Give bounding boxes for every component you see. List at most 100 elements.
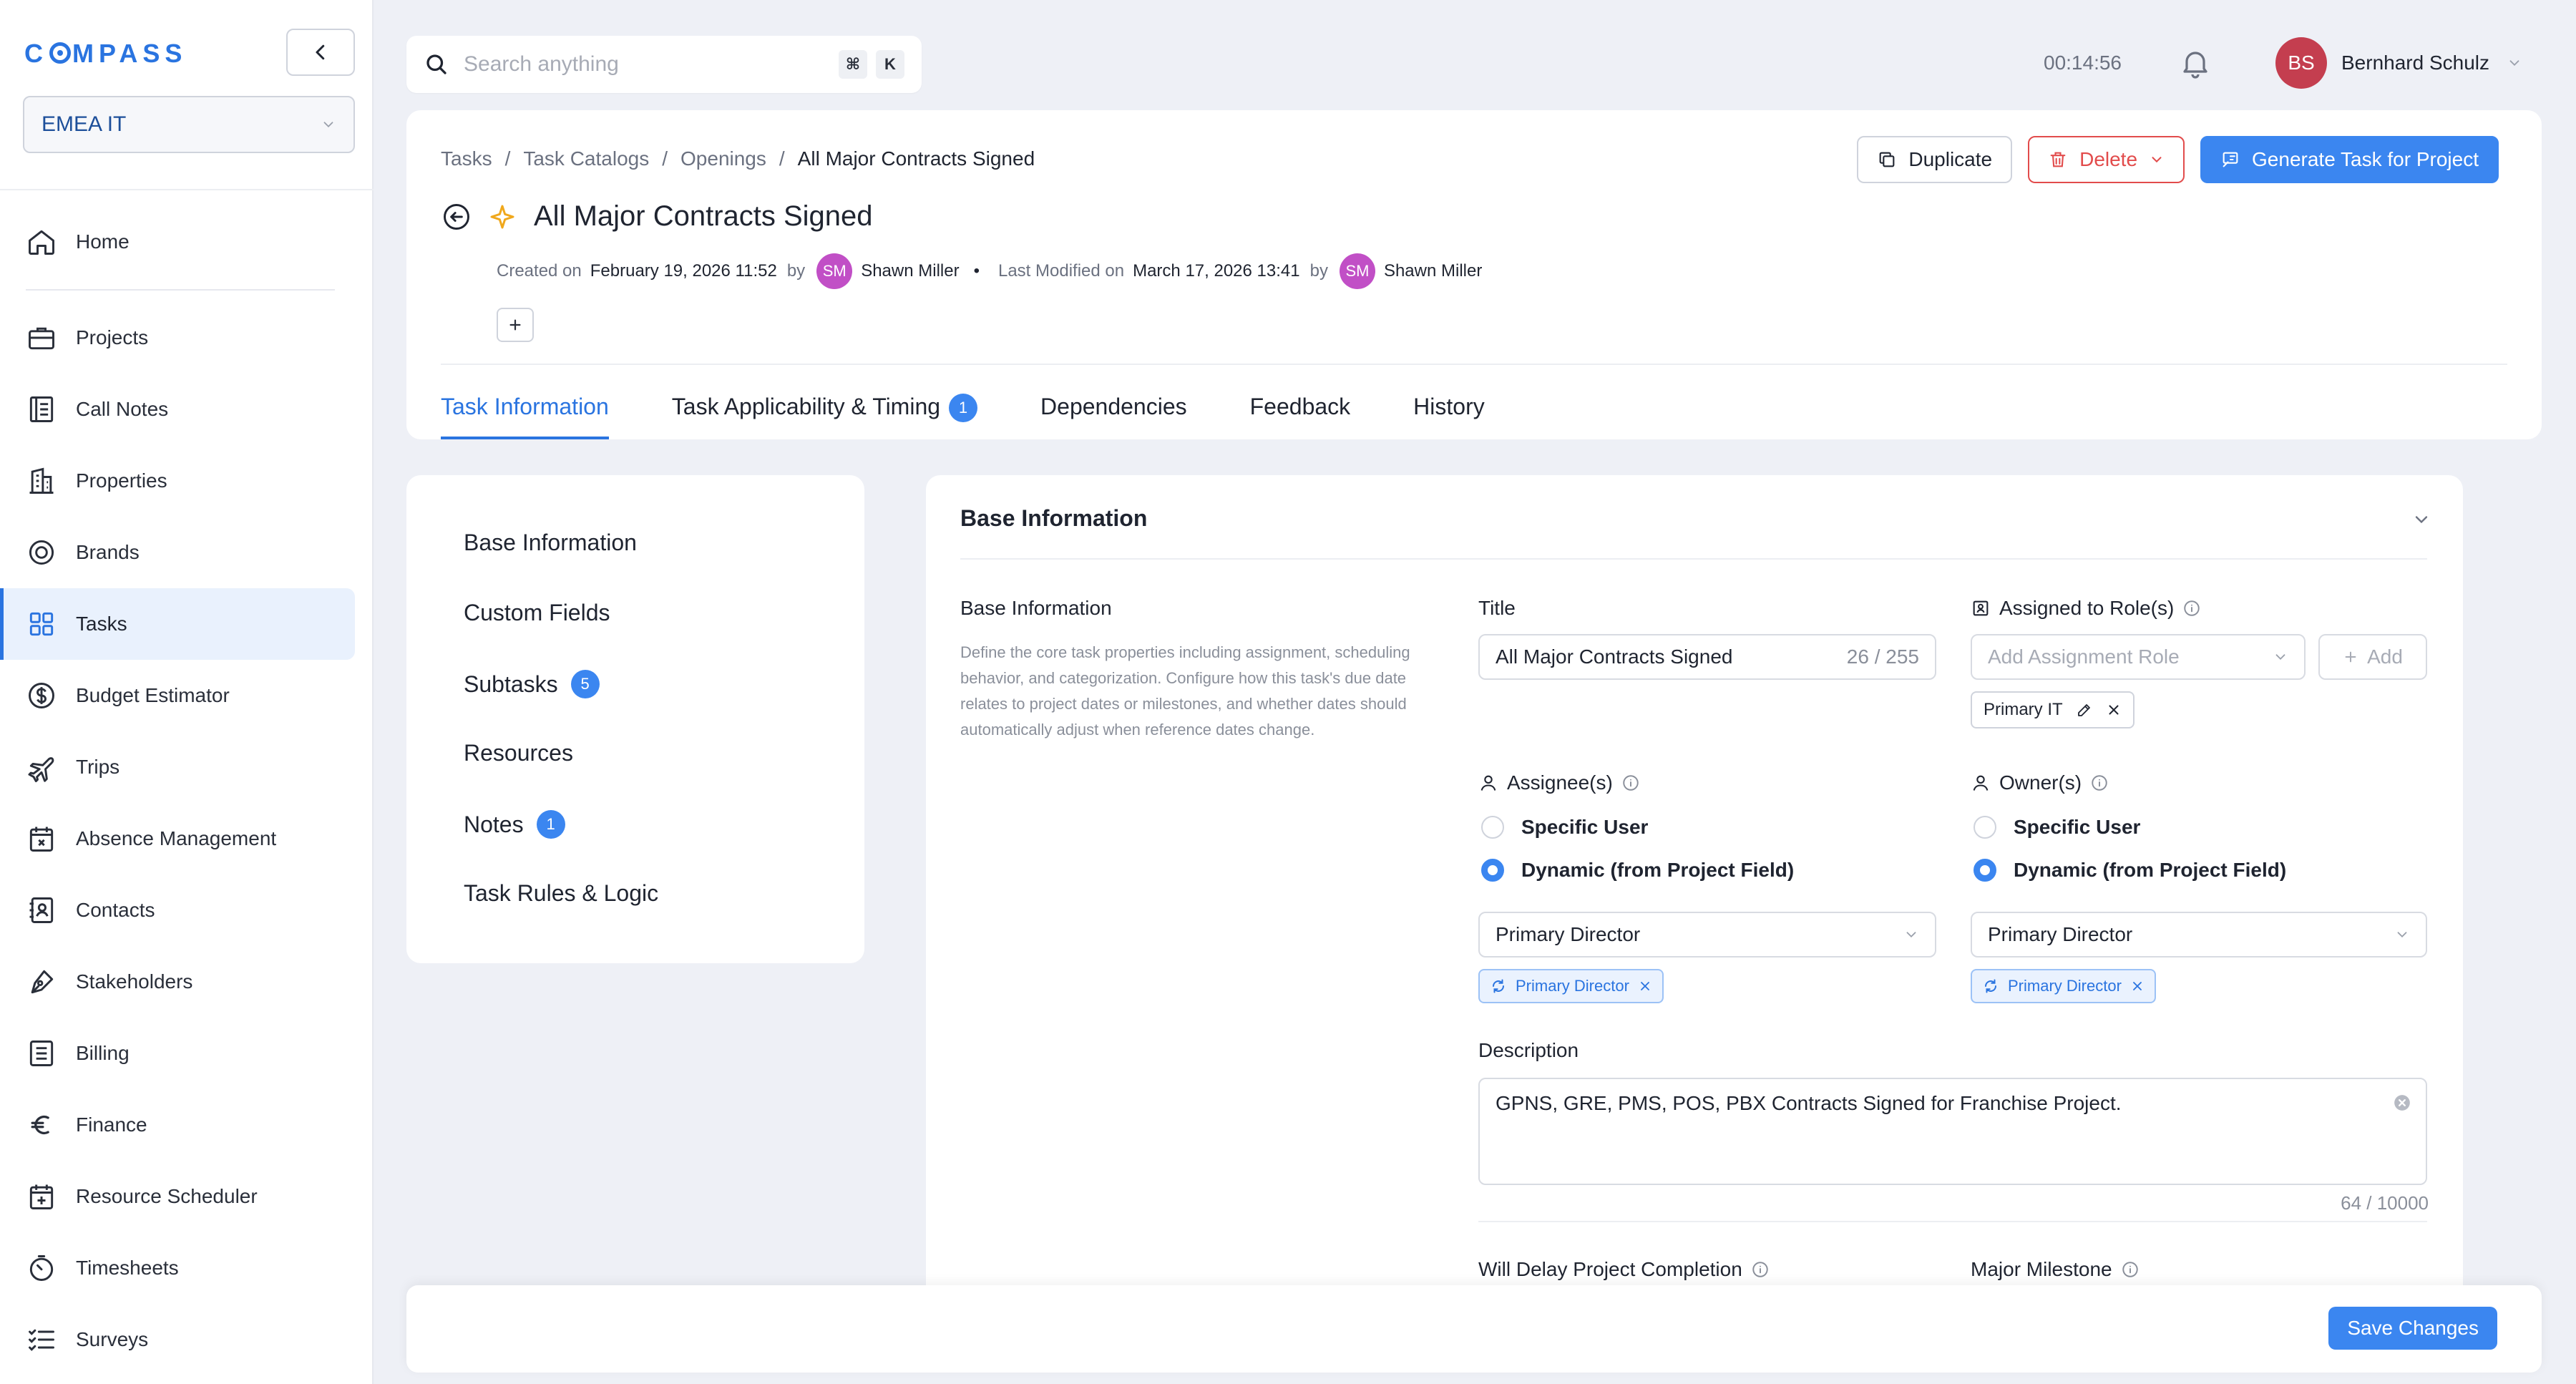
section-link-resources[interactable]: Resources [464,740,573,766]
assignee-radio-dynamic[interactable]: Dynamic (from Project Field) [1481,859,1794,882]
sidebar-item-home[interactable]: Home [0,206,355,278]
tab-label: Task Applicability & Timing [671,394,941,419]
workspace-label: EMEA IT [42,112,127,136]
sidebar-item-projects[interactable]: Projects [0,302,355,374]
role-chip-label: Primary IT [1984,700,2063,719]
tab-label: Dependencies [1040,394,1187,419]
assignee-label: Assignee(s) [1478,771,1640,794]
tab-task-information[interactable]: Task Information [441,394,609,439]
avatar: SM [1339,253,1375,289]
info-icon[interactable] [2182,599,2201,618]
assignment-role-select[interactable]: Add Assignment Role [1971,634,2306,680]
workspace-select[interactable]: EMEA IT [23,96,355,153]
sidebar-item-properties[interactable]: Properties [0,445,355,517]
trash-icon [2050,152,2066,167]
tab-label: Feedback [1249,394,1351,419]
add-tag-button[interactable] [497,308,534,342]
notifications-button[interactable] [2178,46,2212,80]
sidebar-item-timesheets[interactable]: Timesheets [0,1232,355,1304]
modified-date: March 17, 2026 13:41 [1133,261,1300,281]
section-link-notes[interactable]: Notes 1 [464,810,565,839]
sidebar-item-label: Call Notes [76,398,169,420]
assignee-field-select[interactable]: Primary Director [1478,912,1936,957]
section-link-label: Base Information [464,530,637,555]
section-link-custom-fields[interactable]: Custom Fields [464,600,610,626]
owner-chip: Primary Director [1971,969,2156,1003]
tab-label: History [1413,394,1485,419]
role-chip: Primary IT [1971,691,2135,728]
breadcrumb-openings[interactable]: Openings [680,147,766,170]
tab-dependencies[interactable]: Dependencies [1040,394,1187,439]
task-header-card: Tasks / Task Catalogs / Openings / All Majo… [406,110,2542,439]
search-input[interactable]: Search anything [464,52,830,77]
creator-name: Shawn Miller [861,261,960,281]
duplicate-button[interactable]: Duplicate [1857,136,2013,183]
tab-history[interactable]: History [1413,394,1485,439]
plus-icon [2345,651,2356,663]
description-label: Description [1478,1039,1579,1062]
collapse-section-button[interactable] [2411,510,2431,530]
sidebar-item-surveys[interactable]: Surveys [0,1304,355,1375]
compass-logo[interactable]: C MPASS [24,39,187,69]
info-icon[interactable] [1621,774,1640,792]
task-tabs: Task Information Task Applicability & Ti… [441,394,1548,439]
assignee-radio-specific-user[interactable]: Specific User [1481,816,1648,839]
plane-icon [26,751,57,783]
close-icon[interactable] [2106,702,2122,718]
sidebar-separator [26,289,335,291]
sidebar-item-billing[interactable]: Billing [0,1018,355,1089]
section-link-subtasks[interactable]: Subtasks 5 [464,670,600,698]
global-search[interactable]: Search anything ⌘ K [406,36,922,93]
generate-task-label: Generate Task for Project [2252,148,2479,170]
sidebar-item-budget-estimator[interactable]: Budget Estimator [0,660,355,731]
info-icon[interactable] [2121,1260,2140,1279]
sidebar-item-finance[interactable]: Finance [0,1089,355,1161]
header-divider [441,364,2507,365]
grid-icon [26,608,57,640]
assignee-chip-label: Primary Director [1516,977,1629,995]
add-role-button[interactable]: Add [2318,634,2427,680]
close-icon[interactable] [1638,979,1652,993]
breadcrumb-tasks[interactable]: Tasks [441,147,492,170]
sidebar-item-absence-management[interactable]: Absence Management [0,803,355,874]
sidebar-item-contacts[interactable]: Contacts [0,874,355,946]
sidebar-item-label: Contacts [76,899,155,921]
close-icon[interactable] [2130,979,2145,993]
section-link-task-rules-logic[interactable]: Task Rules & Logic [464,880,658,907]
sidebar-item-call-notes[interactable]: Call Notes [0,374,355,445]
breadcrumb-separator: / [779,147,785,170]
sidebar-item-tasks[interactable]: Tasks [0,588,355,660]
info-icon[interactable] [2090,774,2109,792]
owner-field-select[interactable]: Primary Director [1971,912,2427,957]
major-milestone-label: Major Milestone [1971,1258,2140,1281]
delete-button[interactable]: Delete [2028,136,2185,183]
sidebar-item-trips[interactable]: Trips [0,731,355,803]
sidebar-item-label: Billing [76,1042,130,1064]
sidebar-item-label: Properties [76,469,167,492]
save-changes-button[interactable]: Save Changes [2328,1307,2497,1350]
roles-label-text: Assigned to Role(s) [1999,597,2175,619]
sidebar-item-stakeholders[interactable]: Stakeholders [0,946,355,1018]
info-icon[interactable] [1751,1260,1770,1279]
sidebar-item-label: Finance [76,1113,147,1136]
owner-radio-dynamic[interactable]: Dynamic (from Project Field) [1974,859,2286,882]
owner-radio-specific-user[interactable]: Specific User [1974,816,2140,839]
tab-task-applicability-timing[interactable]: Task Applicability & Timing 1 [671,394,978,439]
sidebar-item-brands[interactable]: Brands [0,517,355,588]
owner-chip-label: Primary Director [2008,977,2122,995]
collapse-sidebar-button[interactable] [286,29,355,76]
sidebar-item-resource-scheduler[interactable]: Resource Scheduler [0,1161,355,1232]
generate-task-button[interactable]: Generate Task for Project [2200,136,2499,183]
edit-icon[interactable] [2076,701,2093,718]
tab-feedback[interactable]: Feedback [1250,394,1351,439]
radio-label: Dynamic (from Project Field) [2014,859,2287,881]
user-menu[interactable]: BS Bernhard Schulz [2275,37,2522,89]
sidebar-item-label: Surveys [76,1328,149,1350]
back-button[interactable] [441,201,472,233]
title-input[interactable]: All Major Contracts Signed 26 / 255 [1478,634,1936,680]
section-link-base-information[interactable]: Base Information [464,530,637,556]
clear-icon[interactable] [2393,1093,2411,1112]
description-textarea[interactable]: GPNS, GRE, PMS, POS, PBX Contracts Signe… [1478,1078,2427,1185]
breadcrumb-task-catalogs[interactable]: Task Catalogs [523,147,649,170]
radio-circle [1481,816,1504,839]
